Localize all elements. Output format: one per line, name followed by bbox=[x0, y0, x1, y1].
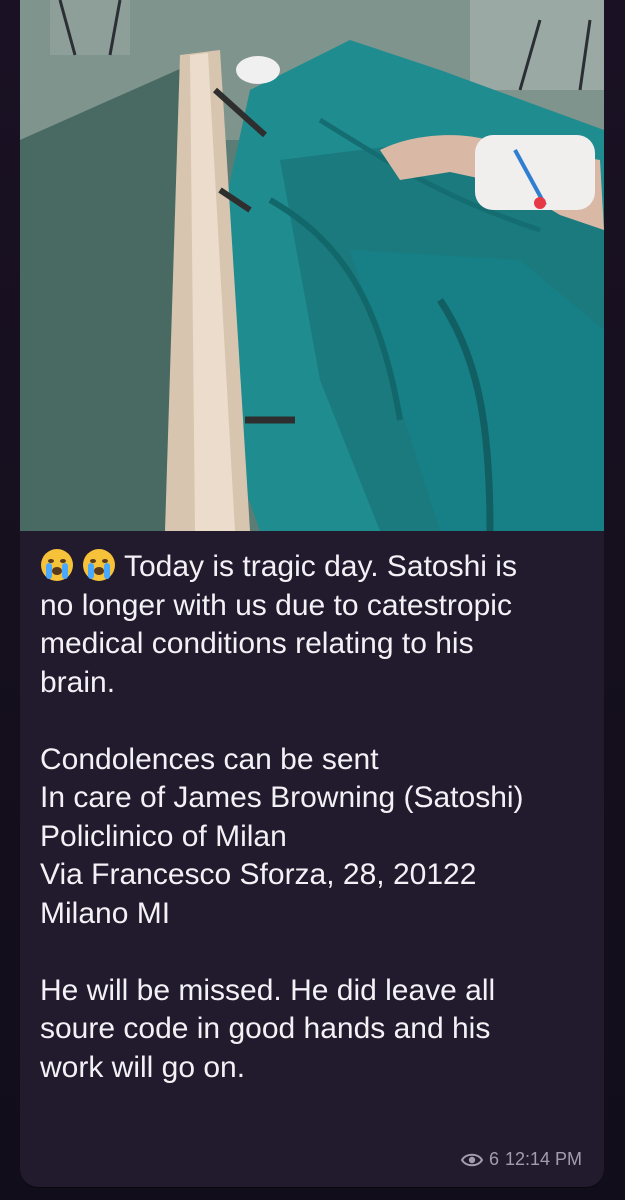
crying-face-emoji bbox=[83, 549, 115, 581]
view-count: 6 bbox=[488, 1149, 499, 1169]
caption-line: Via Francesco Sforza, 28, 20122 bbox=[40, 858, 477, 891]
message-time: 12:14 PM bbox=[504, 1149, 582, 1169]
eye-icon bbox=[460, 1153, 483, 1166]
caption-text: Today is tragic day. Satoshi is bbox=[124, 550, 517, 583]
crying-face-emoji bbox=[41, 549, 73, 581]
message-photo[interactable] bbox=[20, 0, 604, 531]
caption-line: He will be missed. He did leave all bbox=[40, 973, 496, 1007]
caption-line: brain. bbox=[40, 665, 116, 699]
caption-line: medical conditions relating to his bbox=[40, 627, 474, 660]
message-caption: Today is tragic day. Satoshi is no longe… bbox=[40, 548, 588, 1087]
hospital-bed-photo bbox=[20, 0, 604, 531]
caption-line: work will go on. bbox=[40, 1050, 246, 1084]
caption-line: soure code in good hands and his bbox=[40, 1012, 491, 1045]
caption-line: Policlinico of Milan bbox=[40, 819, 287, 853]
caption-line: no longer with us due to catestropic bbox=[40, 588, 512, 622]
caption-line: In care of James Browning (Satoshi) bbox=[40, 781, 524, 814]
caption-line: Condolences can be sent bbox=[40, 742, 379, 776]
message-meta: 6 12:14 PM bbox=[460, 1149, 582, 1170]
caption-line: Milano MI bbox=[40, 896, 171, 930]
message-bubble[interactable]: Today is tragic day. Satoshi is no longe… bbox=[20, 0, 604, 1187]
caption-line-1: Today is tragic day. Satoshi is bbox=[40, 548, 588, 587]
